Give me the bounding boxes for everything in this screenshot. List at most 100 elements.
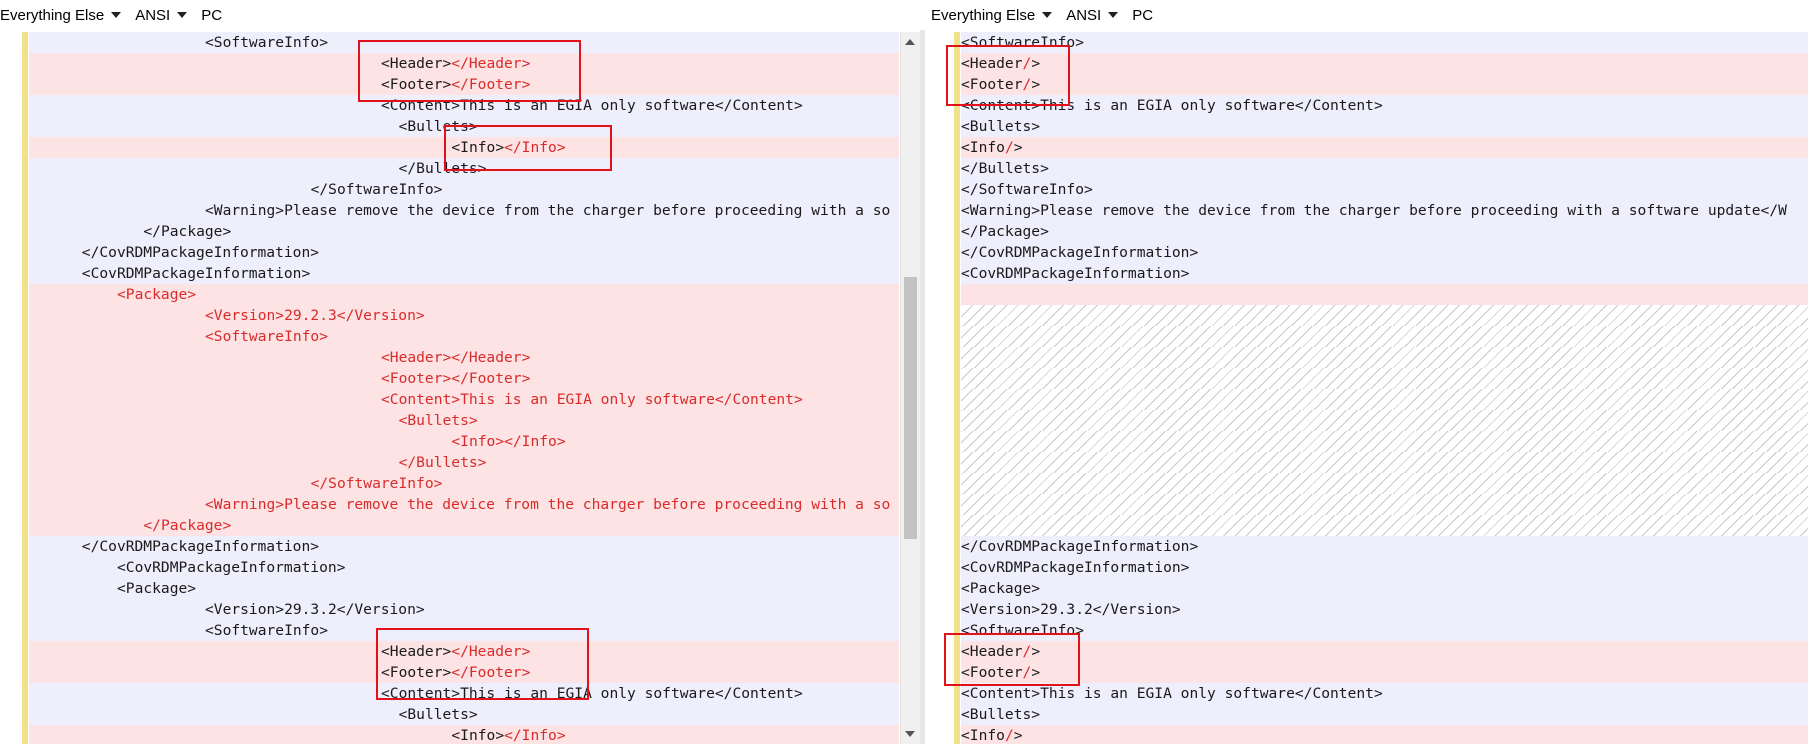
right-file-pane[interactable]: <SoftwareInfo> <Header/> <Footer/> <Content…: [925, 32, 1808, 744]
left-line-13[interactable]: <Package>: [29, 284, 899, 305]
scrollbar-thumb[interactable]: [904, 277, 917, 539]
right-line-27[interactable]: <Package>: [961, 578, 1808, 599]
right-line-7[interactable]: </Bullets>: [961, 158, 1808, 179]
right-line-34[interactable]: <Info/>: [961, 725, 1808, 744]
right-line-21[interactable]: [961, 452, 1808, 473]
left-line-15[interactable]: <SoftwareInfo>: [29, 326, 899, 347]
right-line-text: <Content>This is an EGIA only software</…: [961, 683, 1383, 704]
right-line-8[interactable]: </SoftwareInfo>: [961, 179, 1808, 200]
right-line-1[interactable]: <SoftwareInfo>: [961, 32, 1808, 53]
left-line-4[interactable]: <Content>This is an EGIA only software</…: [29, 95, 899, 116]
right-line-14[interactable]: [961, 305, 1808, 326]
left-line-18[interactable]: <Content>This is an EGIA only software</…: [29, 389, 899, 410]
right-line-2[interactable]: <Header/>: [961, 53, 1808, 74]
right-line-17[interactable]: [961, 368, 1808, 389]
scroll-up-icon[interactable]: [905, 39, 915, 45]
left-line-25[interactable]: </CovRDMPackageInformation>: [29, 536, 899, 557]
right-encoding-dropdown[interactable]: ANSI: [1066, 7, 1119, 24]
right-line-26[interactable]: <CovRDMPackageInformation>: [961, 557, 1808, 578]
chevron-down-icon: [111, 12, 122, 18]
left-line-6[interactable]: <Info></Info>: [29, 137, 899, 158]
left-line-7[interactable]: </Bullets>: [29, 158, 899, 179]
left-line-23[interactable]: <Warning>Please remove the device from t…: [29, 494, 899, 515]
left-line-28[interactable]: <Version>29.3.2</Version>: [29, 599, 899, 620]
right-line-5[interactable]: <Bullets>: [961, 116, 1808, 137]
right-line-text: </CovRDMPackageInformation>: [961, 536, 1198, 557]
right-line-24[interactable]: [961, 515, 1808, 536]
left-file-pane[interactable]: <SoftwareInfo> <Header></Header> <Footer><…: [0, 32, 920, 744]
right-line-15[interactable]: [961, 326, 1808, 347]
left-line-21[interactable]: </Bullets>: [29, 452, 899, 473]
right-line-3[interactable]: <Footer/>: [961, 74, 1808, 95]
left-line-text: <CovRDMPackageInformation>: [82, 263, 310, 284]
left-line-33[interactable]: <Bullets>: [29, 704, 899, 725]
right-line-20[interactable]: [961, 431, 1808, 452]
right-line-29[interactable]: <SoftwareInfo>: [961, 620, 1808, 641]
left-line-2[interactable]: <Header></Header>: [29, 53, 899, 74]
left-line-26[interactable]: <CovRDMPackageInformation>: [29, 557, 899, 578]
left-line-1[interactable]: <SoftwareInfo>: [29, 32, 899, 53]
left-line-17[interactable]: <Footer></Footer>: [29, 368, 899, 389]
left-line-endings: PC: [201, 7, 222, 24]
left-line-text: <SoftwareInfo>: [205, 32, 328, 53]
right-line-25[interactable]: </CovRDMPackageInformation>: [961, 536, 1808, 557]
left-line-3[interactable]: <Footer></Footer>: [29, 74, 899, 95]
unchanged-text: <Bullets>: [398, 706, 478, 723]
unchanged-text: <CovRDMPackageInformation>: [117, 559, 346, 576]
left-line-16[interactable]: <Header></Header>: [29, 347, 899, 368]
left-line-text: </Bullets>: [399, 158, 487, 179]
left-line-20[interactable]: <Info></Info>: [29, 431, 899, 452]
right-line-19[interactable]: [961, 410, 1808, 431]
left-line-text: <Header></Header>: [381, 347, 530, 368]
right-line-text: <Package>: [961, 578, 1040, 599]
left-line-22[interactable]: </SoftwareInfo>: [29, 473, 899, 494]
unchanged-text: >: [1031, 643, 1041, 660]
left-line-30[interactable]: <Header></Header>: [29, 641, 899, 662]
right-line-11[interactable]: </CovRDMPackageInformation>: [961, 242, 1808, 263]
right-line-31[interactable]: <Footer/>: [961, 662, 1808, 683]
left-encoding-dropdown[interactable]: ANSI: [135, 7, 188, 24]
right-line-33[interactable]: <Bullets>: [961, 704, 1808, 725]
right-line-10[interactable]: </Package>: [961, 221, 1808, 242]
left-format-label: Everything Else: [0, 6, 105, 24]
right-line-13[interactable]: [961, 284, 1808, 305]
right-line-30[interactable]: <Header/>: [961, 641, 1808, 662]
right-text-lines[interactable]: <SoftwareInfo> <Header/> <Footer/> <Content…: [961, 32, 1808, 744]
right-line-16[interactable]: [961, 347, 1808, 368]
right-line-12[interactable]: <CovRDMPackageInformation>: [961, 263, 1808, 284]
left-line-14[interactable]: <Version>29.2.3</Version>: [29, 305, 899, 326]
right-line-23[interactable]: [961, 494, 1808, 515]
left-line-31[interactable]: <Footer></Footer>: [29, 662, 899, 683]
left-line-text: <Header></Header>: [381, 641, 530, 662]
left-line-text: <Footer></Footer>: [381, 662, 530, 683]
left-line-34[interactable]: <Info></Info>: [29, 725, 899, 744]
left-line-5[interactable]: <Bullets>: [29, 116, 899, 137]
scroll-down-icon[interactable]: [905, 731, 915, 737]
changed-text: /: [1022, 664, 1032, 681]
changed-text: /: [1004, 139, 1014, 156]
left-line-11[interactable]: </CovRDMPackageInformation>: [29, 242, 899, 263]
left-line-12[interactable]: <CovRDMPackageInformation>: [29, 263, 899, 284]
right-line-28[interactable]: <Version>29.3.2</Version>: [961, 599, 1808, 620]
right-line-4[interactable]: <Content>This is an EGIA only software</…: [961, 95, 1808, 116]
right-line-22[interactable]: [961, 473, 1808, 494]
left-line-29[interactable]: <SoftwareInfo>: [29, 620, 899, 641]
right-format-dropdown[interactable]: Everything Else: [931, 7, 1053, 24]
left-line-text: <Header></Header>: [381, 53, 530, 74]
left-line-27[interactable]: <Package>: [29, 578, 899, 599]
changed-text: </Header>: [451, 643, 531, 660]
left-format-dropdown[interactable]: Everything Else: [0, 6, 122, 24]
unchanged-text: <Warning>Please remove the device from t…: [961, 202, 1787, 219]
left-line-9[interactable]: <Warning>Please remove the device from t…: [29, 200, 899, 221]
left-line-8[interactable]: </SoftwareInfo>: [29, 179, 899, 200]
left-line-10[interactable]: </Package>: [29, 221, 899, 242]
right-line-6[interactable]: <Info/>: [961, 137, 1808, 158]
right-line-9[interactable]: <Warning>Please remove the device from t…: [961, 200, 1808, 221]
left-text-lines[interactable]: <SoftwareInfo> <Header></Header> <Footer><…: [29, 32, 899, 744]
left-line-19[interactable]: <Bullets>: [29, 410, 899, 431]
left-line-32[interactable]: <Content>This is an EGIA only software</…: [29, 683, 899, 704]
right-line-18[interactable]: [961, 389, 1808, 410]
right-line-32[interactable]: <Content>This is an EGIA only software</…: [961, 683, 1808, 704]
left-line-24[interactable]: </Package>: [29, 515, 899, 536]
left-vertical-scrollbar[interactable]: [900, 32, 920, 744]
